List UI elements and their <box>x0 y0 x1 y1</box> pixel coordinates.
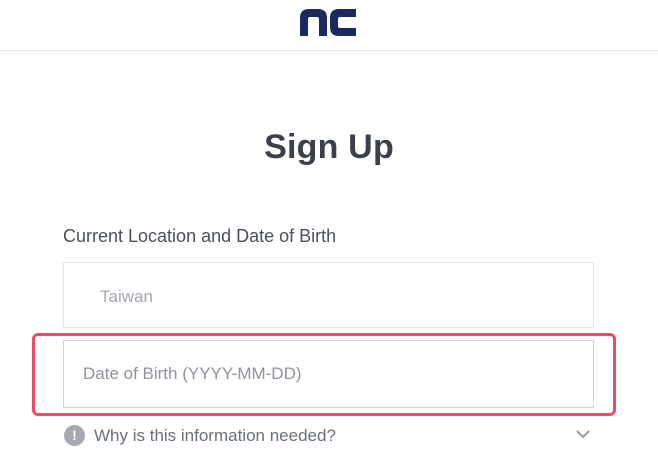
date-of-birth-input[interactable] <box>64 341 593 407</box>
page-title: Sign Up <box>264 128 394 166</box>
country-field[interactable]: Taiwan <box>63 262 594 328</box>
dob-field-wrapper <box>63 340 594 408</box>
why-info-toggle[interactable]: ! Why is this information needed? <box>63 424 594 450</box>
chevron-down-icon <box>576 430 590 439</box>
section-label: Current Location and Date of Birth <box>63 226 337 246</box>
country-value: Taiwan <box>100 287 153 306</box>
why-info-text: Why is this information needed? <box>94 426 336 445</box>
nc-logo[interactable] <box>300 9 356 36</box>
header <box>0 0 658 51</box>
info-icon: ! <box>64 425 85 446</box>
